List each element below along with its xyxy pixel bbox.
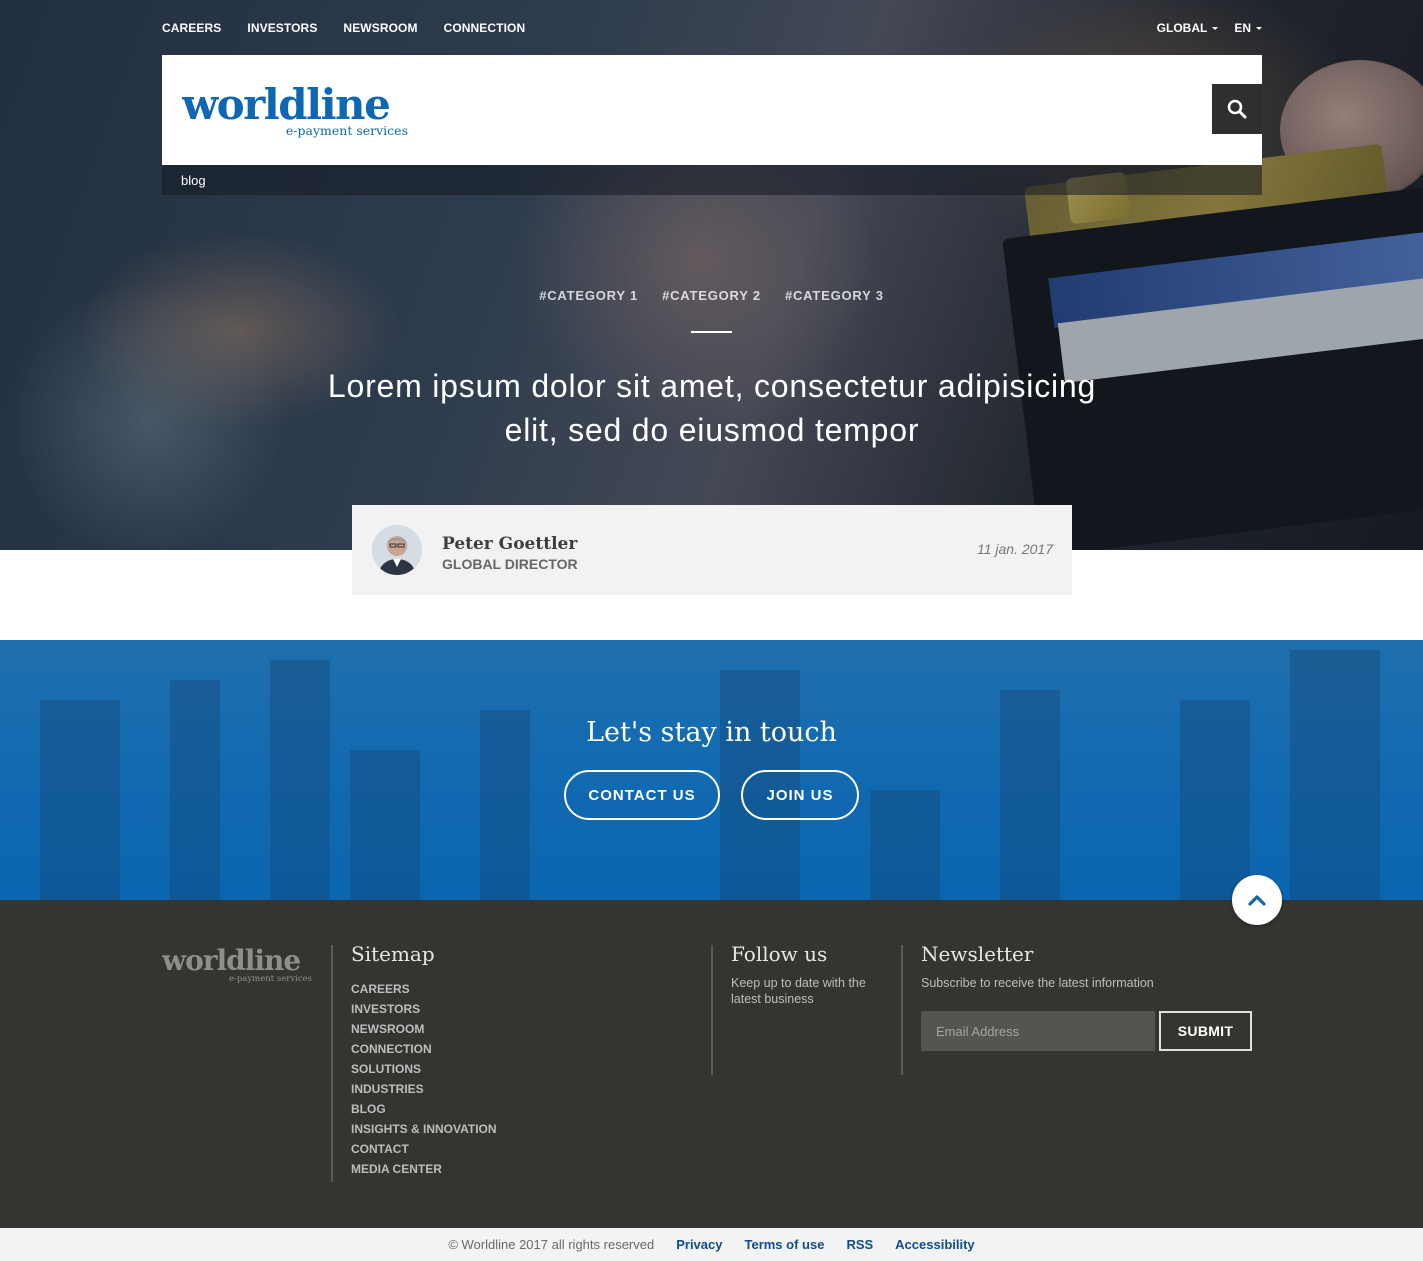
sitemap-list: CAREERS INVESTORS NEWSROOM CONNECTION SO… [351,980,497,1180]
top-nav-connection[interactable]: CONNECTION [444,20,526,36]
search-icon [1227,99,1247,119]
top-nav-careers[interactable]: CAREERS [162,20,221,36]
list-item: CONNECTION [351,1040,497,1060]
follow-heading: Follow us [731,942,828,966]
category-tag[interactable]: #CATEGORY 2 [662,288,761,303]
list-item: INVESTORS [351,1000,497,1020]
terms-link[interactable]: Terms of use [744,1237,824,1252]
author-role: GLOBAL DIRECTOR [442,556,578,572]
skyline-building [350,750,420,900]
submit-button[interactable]: SUBMIT [1159,1011,1252,1051]
footer: worldline e-payment services Sitemap CAR… [0,900,1423,1228]
list-item: INDUSTRIES [351,1080,497,1100]
hero-banner: CAREERS INVESTORS NEWSROOM CONNECTION GL… [0,0,1423,550]
sitemap-link-investors[interactable]: INVESTORS [351,1002,420,1016]
sitemap-heading: Sitemap [351,942,435,966]
region-dropdown[interactable]: GLOBAL [1157,20,1219,36]
sitemap-link-connection[interactable]: CONNECTION [351,1042,432,1056]
list-item: INSIGHTS & INNOVATION [351,1120,497,1140]
language-dropdown[interactable]: EN [1234,20,1262,36]
footer-divider [331,945,333,1182]
rss-link[interactable]: RSS [846,1237,873,1252]
sitemap-link-careers[interactable]: CAREERS [351,982,410,996]
touch-title: Let's stay in touch [586,717,837,748]
sitemap-link-insights[interactable]: INSIGHTS & INNOVATION [351,1122,497,1136]
follow-text: Keep up to date with the latest business [731,976,866,1006]
legal-bar: © Worldline 2017 all rights reserved Pri… [0,1228,1423,1261]
sitemap-link-solutions[interactable]: SOLUTIONS [351,1062,421,1076]
sitemap-link-blog[interactable]: BLOG [351,1102,386,1116]
skyline-building [870,790,940,900]
top-nav-investors[interactable]: INVESTORS [247,20,317,36]
email-field[interactable] [921,1011,1155,1051]
logo-tagline: e-payment services [286,123,408,138]
header-bar: worldline e-payment services [162,55,1262,165]
top-nav: CAREERS INVESTORS NEWSROOM CONNECTION [162,20,525,36]
author-photo [372,525,422,575]
logo-word: worldline [182,80,389,129]
title-divider [691,331,732,333]
article-title: Lorem ipsum dolor sit amet, consectetur … [327,368,1097,448]
footer-divider [711,945,713,1075]
skyline-building [270,660,330,900]
sitemap-link-industries[interactable]: INDUSTRIES [351,1082,424,1096]
sitemap-link-media-center[interactable]: MEDIA CENTER [351,1162,442,1176]
category-tag[interactable]: #CATEGORY 3 [785,288,884,303]
list-item: SOLUTIONS [351,1060,497,1080]
footer-logo-tagline: e-payment services [229,974,312,984]
join-us-button[interactable]: JOIN US [741,770,859,820]
sitemap-link-contact[interactable]: CONTACT [351,1142,409,1156]
sitemap-link-newsroom[interactable]: NEWSROOM [351,1022,424,1036]
scroll-to-top-button[interactable] [1232,875,1282,925]
list-item: CAREERS [351,980,497,1000]
category-tag[interactable]: #CATEGORY 1 [539,288,638,303]
author-card: Peter Goettler GLOBAL DIRECTOR 11 jan. 2… [352,505,1072,595]
avatar [372,525,422,575]
publish-date: 11 jan. 2017 [976,541,1053,557]
contact-us-button[interactable]: CONTACT US [564,770,720,820]
newsletter-heading: Newsletter [921,942,1034,966]
author-name[interactable]: Peter Goettler [442,534,577,554]
skyline-building [170,680,220,900]
search-button[interactable] [1212,84,1262,134]
list-item: CONTACT [351,1140,497,1160]
stay-in-touch-section: Let's stay in touch CONTACT US JOIN US [0,640,1423,900]
locale-switcher: GLOBAL EN [1157,20,1262,36]
region-label: GLOBAL [1156,21,1208,35]
chevron-up-icon [1248,895,1266,906]
list-item: BLOG [351,1100,497,1120]
skyline-building [1290,650,1380,900]
language-label: EN [1234,21,1251,35]
footer-divider [901,945,903,1075]
newsletter-text: Subscribe to receive the latest informat… [921,976,1154,990]
footer-logo-word: worldline [162,944,300,977]
top-nav-newsroom[interactable]: NEWSROOM [343,20,417,36]
category-tags: #CATEGORY 1 #CATEGORY 2 #CATEGORY 3 [0,288,1423,303]
footer-logo[interactable]: worldline e-payment services [162,942,314,990]
chevron-down-icon [1256,27,1262,31]
privacy-link[interactable]: Privacy [676,1237,722,1252]
copyright: © Worldline 2017 all rights reserved [448,1237,655,1252]
chevron-down-icon [1212,27,1219,31]
breadcrumb-blog[interactable]: blog [181,173,206,188]
accessibility-link[interactable]: Accessibility [895,1237,975,1252]
list-item: NEWSROOM [351,1020,497,1040]
worldline-logo[interactable]: worldline e-payment services [182,77,412,147]
list-item: MEDIA CENTER [351,1160,497,1180]
breadcrumb: blog [162,165,1262,195]
